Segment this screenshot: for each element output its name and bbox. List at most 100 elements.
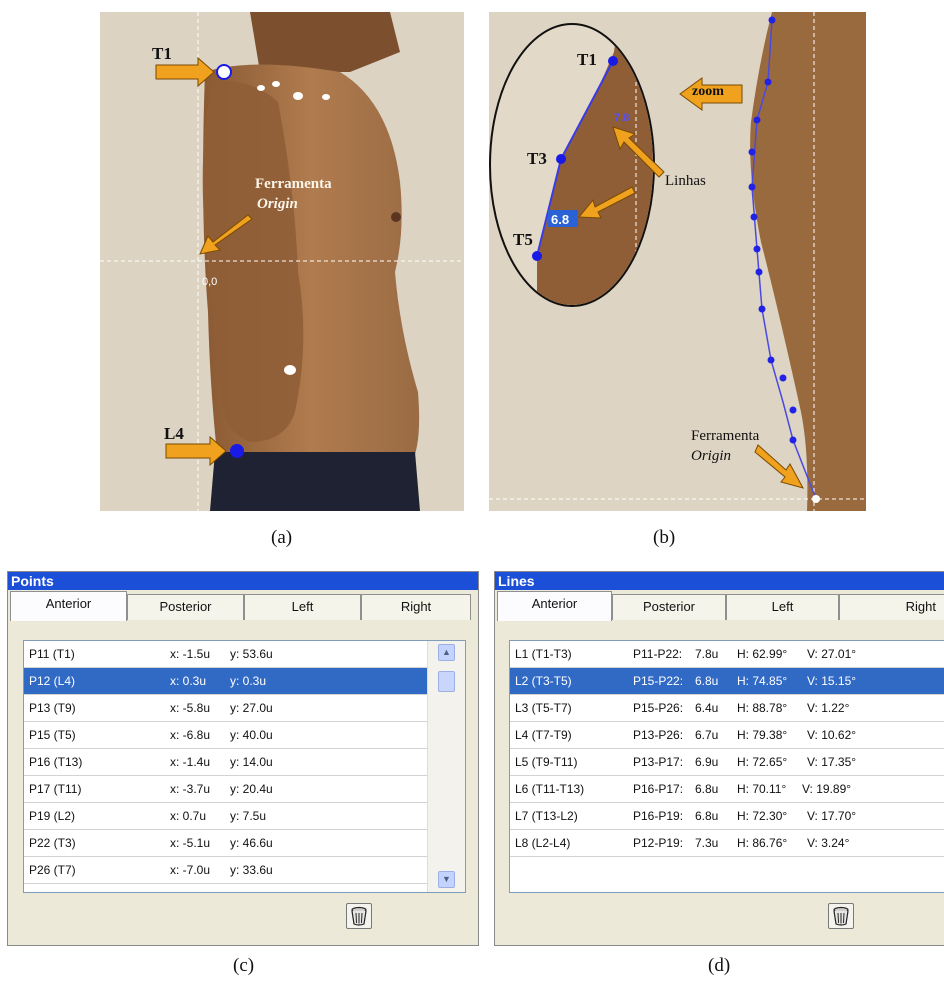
line-points: P16-P19: — [633, 809, 684, 823]
list-item[interactable]: L3 (T5-T7) P15-P26: 6.4u H: 88.78° V: 1.22° — [510, 695, 944, 722]
origin-point — [812, 495, 820, 503]
line-vertical-angle: V: 10.62° — [807, 728, 857, 742]
line-points: P12-P19: — [633, 836, 684, 850]
chevron-down-icon[interactable]: ▼ — [438, 871, 455, 888]
point-x: x: -5.8u — [170, 701, 211, 715]
point-y: y: 33.6u — [230, 863, 273, 877]
list-item[interactable]: P11 (T1) x: -1.5u y: 53.6u — [24, 641, 465, 668]
marker-dot-icon — [764, 78, 772, 86]
scrollbar-thumb[interactable] — [438, 671, 455, 692]
line-horizontal-angle: H: 79.38° — [737, 728, 788, 742]
marker-dot-icon — [767, 356, 775, 364]
points-tab-bar: Anterior Posterior Left Right — [8, 590, 478, 621]
points-panel-title: Points — [8, 572, 478, 590]
line-points: P15-P22: — [633, 674, 684, 688]
line-length: 6.4u — [695, 701, 719, 715]
zoomed-t1-marker — [608, 56, 618, 66]
tab-anterior[interactable]: Anterior — [497, 591, 612, 621]
line-length: 6.8u — [695, 674, 719, 688]
line-horizontal-angle: H: 74.85° — [737, 674, 788, 688]
point-name: P19 (L2) — [29, 809, 76, 823]
line-vertical-angle: V: 27.01° — [807, 647, 857, 661]
list-item-selected[interactable]: L2 (T3-T5) P15-P22: 6.8u H: 74.85° V: 15.15° — [510, 668, 944, 695]
photo-zoom-view: T1 T3 T5 7.8 6.8 zoom Linhas Ferramenta … — [489, 12, 866, 511]
list-item[interactable]: P19 (L2) x: 0.7u y: 7.5u — [24, 803, 465, 830]
line-points: P16-P17: — [633, 782, 684, 796]
tool-label: Ferramenta — [691, 428, 760, 444]
l4-label: L4 — [164, 424, 184, 443]
list-item[interactable]: P15 (T5) x: -6.8u y: 40.0u — [24, 722, 465, 749]
line-name: L3 (T5-T7) — [515, 701, 572, 715]
point-y: y: 14.0u — [230, 755, 273, 769]
line-vertical-angle: V: 15.15° — [807, 674, 857, 688]
tab-posterior[interactable]: Posterior — [612, 594, 726, 620]
line-value-2: 6.8 — [551, 212, 570, 227]
marker-dot-icon — [272, 81, 280, 87]
photo-a-drawing — [100, 12, 464, 511]
point-name: P11 (T1) — [29, 647, 75, 661]
point-x: x: -7.0u — [170, 863, 211, 877]
marker-dot-icon — [293, 92, 303, 100]
list-item-selected[interactable]: P12 (L4) x: 0.3u y: 0.3u — [24, 668, 465, 695]
trash-icon — [833, 906, 849, 926]
point-y: y: 20.4u — [230, 782, 273, 796]
marker-dot-icon — [755, 268, 763, 276]
zoomed-t5-marker — [532, 251, 542, 261]
marker-dot-icon — [789, 406, 797, 414]
points-scrollbar[interactable]: ▲ ▼ — [427, 641, 465, 892]
list-item[interactable]: P13 (T9) x: -5.8u y: 27.0u — [24, 695, 465, 722]
tab-posterior[interactable]: Posterior — [127, 594, 244, 620]
line-length: 6.8u — [695, 782, 719, 796]
tab-right[interactable]: Right — [839, 594, 944, 620]
marker-dot-icon — [284, 365, 296, 375]
caption-b: (b) — [653, 527, 676, 548]
tool-label: Ferramenta — [255, 176, 332, 192]
points-list[interactable]: P11 (T1) x: -1.5u y: 53.6u P12 (L4) x: 0.3u… — [23, 640, 466, 893]
list-item[interactable]: P16 (T13) x: -1.4u y: 14.0u — [24, 749, 465, 776]
marker-dot-icon — [779, 374, 787, 382]
point-name: P26 (T7) — [29, 863, 76, 877]
origin-coordinate-label: 0,0 — [202, 276, 218, 288]
tab-anterior[interactable]: Anterior — [10, 591, 127, 621]
line-points: P15-P26: — [633, 701, 684, 715]
list-item[interactable]: L8 (L2-L4) P12-P19: 7.3u H: 86.76° V: 3.24° — [510, 830, 944, 857]
list-item[interactable]: L6 (T11-T13) P16-P17: 6.8u H: 70.11° V: 19.8… — [510, 776, 944, 803]
marker-dot-icon — [758, 305, 766, 313]
line-name: L4 (T7-T9) — [515, 728, 572, 742]
list-item[interactable]: P26 (T7) x: -7.0u y: 33.6u — [24, 857, 465, 884]
list-item[interactable]: L5 (T9-T11) P13-P17: 6.9u H: 72.65° V: 17.35… — [510, 749, 944, 776]
list-item[interactable]: P17 (T11) x: -3.7u y: 20.4u — [24, 776, 465, 803]
caption-d: (d) — [708, 955, 731, 976]
tab-left[interactable]: Left — [244, 594, 361, 620]
delete-line-button[interactable] — [828, 903, 854, 929]
chevron-up-icon[interactable]: ▲ — [438, 644, 455, 661]
list-item[interactable]: L1 (T1-T3) P11-P22: 7.8u H: 62.99° V: 27.01° — [510, 641, 944, 668]
line-name: L1 (T1-T3) — [515, 647, 572, 661]
tab-right[interactable]: Right — [361, 594, 471, 620]
point-x: x: -5.1u — [170, 836, 211, 850]
point-y: y: 53.6u — [230, 647, 273, 661]
list-item[interactable]: L4 (T7-T9) P13-P26: 6.7u H: 79.38° V: 10.62° — [510, 722, 944, 749]
l4-marker — [230, 444, 244, 458]
point-x: x: 0.3u — [170, 674, 207, 688]
point-y: y: 40.0u — [230, 728, 273, 742]
line-horizontal-angle: H: 86.76° — [737, 836, 788, 850]
delete-point-button[interactable] — [346, 903, 372, 929]
point-y: y: 27.0u — [230, 701, 273, 715]
photo-lateral-view: T1 L4 Ferramenta Origin 0,0 — [100, 12, 464, 511]
line-name: L6 (T11-T13) — [515, 782, 585, 796]
point-x: x: -1.5u — [170, 647, 211, 661]
line-points: P13-P17: — [633, 755, 684, 769]
list-item[interactable]: P22 (T3) x: -5.1u y: 46.6u — [24, 830, 465, 857]
lines-list[interactable]: L1 (T1-T3) P11-P22: 7.8u H: 62.99° V: 27.01°… — [509, 640, 944, 893]
tab-left[interactable]: Left — [726, 594, 839, 620]
marker-dot-icon — [753, 116, 761, 124]
list-item[interactable]: L7 (T13-L2) P16-P19: 6.8u H: 72.30° V: 17.70… — [510, 803, 944, 830]
marker-dot-icon — [753, 245, 761, 253]
t5-label: T5 — [513, 230, 533, 249]
line-vertical-angle: V: 3.24° — [807, 836, 850, 850]
point-x: x: -6.8u — [170, 728, 211, 742]
point-name: P17 (T11) — [29, 782, 82, 796]
point-y: y: 7.5u — [230, 809, 267, 823]
line-vertical-angle: V: 17.35° — [807, 755, 857, 769]
